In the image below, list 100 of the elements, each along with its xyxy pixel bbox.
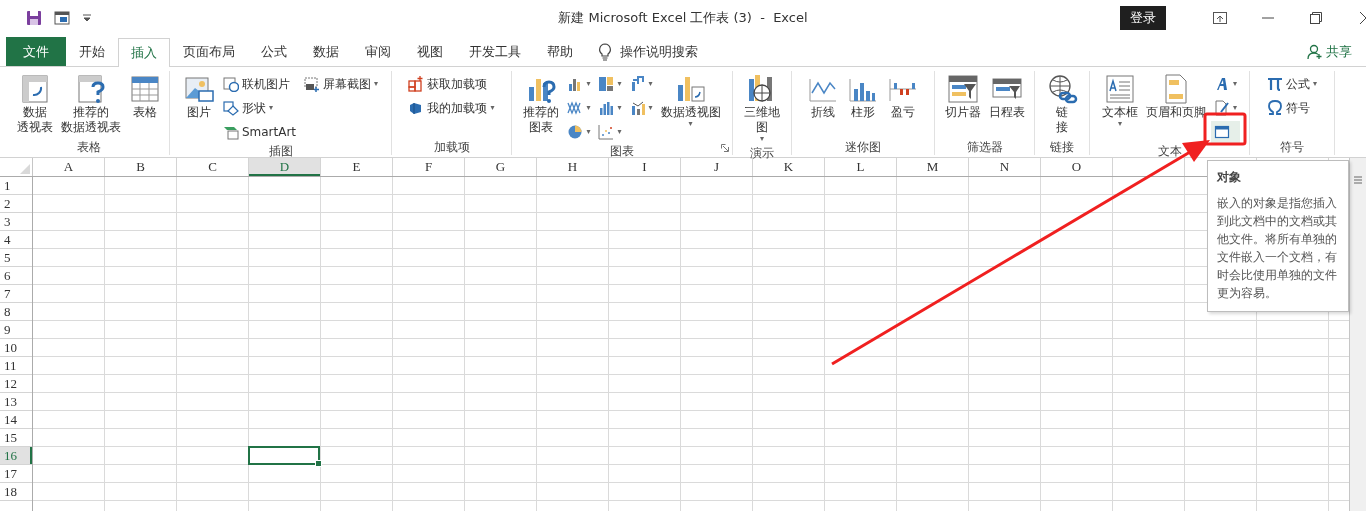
ribbon-button[interactable]: 链 接 (1043, 71, 1081, 137)
slicer-icon (946, 73, 979, 105)
column-header[interactable]: A (33, 158, 104, 176)
group-label: 演示 (750, 145, 774, 161)
row-header[interactable]: 14 (0, 411, 32, 428)
ribbon-button[interactable]: 数据透视图 ▾ (657, 71, 724, 130)
ribbon-button[interactable]: 推荐的 图表 (520, 71, 563, 137)
row-header[interactable]: 18 (0, 483, 32, 500)
row-header[interactable]: 8 (0, 303, 32, 320)
group-label: 图表 (610, 143, 634, 159)
ribbon-icon-button[interactable] (1211, 121, 1240, 143)
column-header[interactable]: M (897, 158, 968, 176)
shapes-icon (222, 100, 239, 116)
store-icon (408, 76, 425, 92)
ribbon-button[interactable]: 盈亏 (884, 71, 922, 122)
ribbon-icon-button[interactable]: ▾ (626, 97, 656, 119)
row-header[interactable]: 2 (0, 195, 32, 212)
row-header[interactable]: 15 (0, 429, 32, 446)
row-header[interactable]: 10 (0, 339, 32, 356)
group-label: 表格 (76, 139, 101, 155)
pie-chart-icon (567, 124, 584, 140)
ribbon-display-icon (1213, 12, 1227, 24)
ribbon-button[interactable]: 形状 ▾ (219, 97, 300, 119)
tooltip-text: 嵌入的对象是指您插入到此文档中的文档或其他文件。将所有单独的文件嵌入一个文档，有时会比使用单独的文件更为容易。 (1217, 195, 1338, 302)
ribbon-tab[interactable]: 文件 (6, 37, 66, 66)
row-header[interactable]: 9 (0, 321, 32, 338)
tell-me-search[interactable]: 操作说明搜索 (586, 37, 698, 66)
column-header[interactable]: B (105, 158, 176, 176)
ribbon-button[interactable]: 推荐的 数据透视表 (57, 71, 124, 137)
save-icon (26, 10, 42, 26)
ribbon-button[interactable]: 三维地 图 ▾ (741, 71, 783, 145)
form-icon (54, 10, 70, 26)
ribbon-button[interactable]: 数据 透视表 (13, 71, 56, 137)
column-header[interactable]: F (393, 158, 464, 176)
ribbon-button[interactable]: SmartArt (219, 121, 300, 143)
screenshot-icon (304, 76, 321, 92)
ribbon-icon-button[interactable]: ▾ (595, 73, 625, 95)
ribbon-icon-button[interactable]: ▾ (564, 121, 594, 143)
row-header[interactable]: 6 (0, 267, 32, 284)
ribbon-button[interactable]: 图片 (179, 71, 218, 122)
column-header[interactable]: O (1041, 158, 1112, 176)
ribbon-button[interactable]: 我的加载项 ▾ (405, 97, 498, 119)
share-button[interactable]: 共享 (1307, 37, 1352, 66)
ribbon-icon-button[interactable]: ▾ (626, 73, 656, 95)
column-header[interactable]: I (609, 158, 680, 176)
row-header[interactable]: 12 (0, 375, 32, 392)
row-header[interactable]: 5 (0, 249, 32, 266)
ribbon-button[interactable]: 切片器 (941, 71, 984, 122)
row-header[interactable]: 13 (0, 393, 32, 410)
row-header[interactable]: 7 (0, 285, 32, 302)
column-header[interactable]: H (537, 158, 608, 176)
ribbon-button[interactable]: 柱形 (844, 71, 882, 122)
ribbon-button[interactable]: 日程表 (985, 71, 1028, 122)
restore-icon (1310, 12, 1322, 24)
group-label: 迷你图 (845, 139, 881, 155)
column-header[interactable]: K (753, 158, 824, 176)
ribbon-icon-button[interactable]: ▾ (564, 97, 594, 119)
ribbon-icon-button[interactable]: ▾ (564, 73, 594, 95)
minimize-icon (1262, 17, 1274, 19)
ribbon-button[interactable]: 文本框 ▾ (1099, 71, 1141, 130)
selected-cell[interactable] (248, 446, 320, 465)
tooltip-title: 对象 (1217, 169, 1242, 186)
ribbon-button[interactable]: 页眉和页脚 (1143, 71, 1209, 122)
group-label: 链接 (1050, 139, 1074, 155)
row-header[interactable]: 3 (0, 213, 32, 230)
ribbon-button[interactable]: 公式 ▾ (1264, 73, 1320, 95)
select-all-icon (20, 164, 30, 174)
group-label: 符号 (1280, 139, 1304, 155)
column-header[interactable]: C (177, 158, 248, 176)
ribbon-button[interactable]: 折线 (804, 71, 842, 122)
sign-in-button[interactable]: 登录 (1120, 6, 1166, 30)
ribbon-button[interactable]: 符号 (1264, 97, 1320, 119)
column-header[interactable]: J (681, 158, 752, 176)
letter-a-icon (1214, 76, 1230, 92)
ribbon-button[interactable]: 表格 (125, 71, 164, 122)
row-header[interactable]: 17 (0, 465, 32, 482)
column-header[interactable]: E (321, 158, 392, 176)
ribbon-icon-button[interactable]: ▾ (595, 97, 625, 119)
ribbon-button[interactable]: 联机图片 (219, 73, 300, 95)
row-header[interactable]: 11 (0, 357, 32, 374)
ribbon-button[interactable]: 获取加载项 (405, 73, 498, 95)
dialog-launcher-icon[interactable] (721, 144, 729, 152)
column-header[interactable]: N (969, 158, 1040, 176)
ribbon-icon-button[interactable]: ▾ (1211, 73, 1240, 95)
column-header[interactable]: G (465, 158, 536, 176)
group-label: 加载项 (433, 139, 470, 155)
column-header[interactable]: D (249, 158, 320, 176)
smartart-icon (222, 124, 239, 140)
ribbon-button[interactable]: 屏幕截图 ▾ (301, 73, 382, 95)
person-add-icon (1307, 43, 1323, 60)
row-header[interactable]: 4 (0, 231, 32, 248)
column-header[interactable]: L (825, 158, 896, 176)
row-header[interactable]: 16 (0, 447, 32, 464)
ribbon-icon-button[interactable]: ▾ (595, 121, 625, 143)
combo-chart-icon (629, 100, 646, 116)
row-header[interactable]: 1 (0, 177, 32, 194)
ribbon-tab[interactable]: 插入 (118, 38, 170, 67)
splitter-icon (1354, 176, 1362, 184)
group-label: 文本 (1157, 143, 1182, 159)
ribbon-icon-button[interactable]: ▾ (1211, 97, 1240, 119)
